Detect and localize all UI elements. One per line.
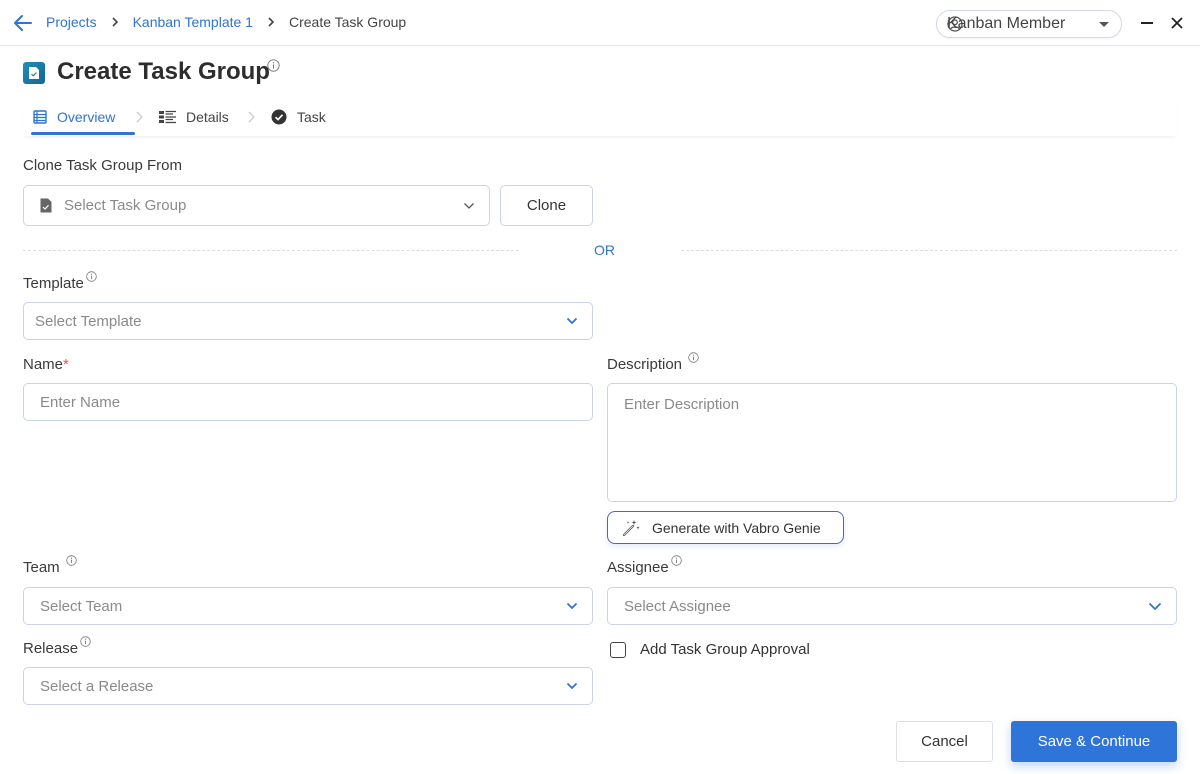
name-label: Name* <box>23 356 69 373</box>
name-input[interactable] <box>23 383 593 421</box>
breadcrumb: Projects Kanban Template 1 Create Task G… <box>46 14 406 30</box>
or-divider-text: OR <box>594 242 615 258</box>
tab-overview-label: Overview <box>57 109 116 125</box>
template-select[interactable]: Select Template <box>23 302 593 340</box>
tab-details-label: Details <box>186 109 229 125</box>
required-asterisk: * <box>63 356 69 373</box>
divider-right <box>681 250 1177 251</box>
release-select-placeholder: Select a Release <box>40 677 154 695</box>
check-circle-icon <box>271 109 287 125</box>
team-label-text: Team <box>23 559 60 576</box>
breadcrumb-projects[interactable]: Projects <box>46 14 97 30</box>
divider-left <box>23 250 519 251</box>
page-title: Create Task Group <box>57 58 270 85</box>
clone-select-placeholder: Select Task Group <box>64 197 187 214</box>
chevron-right-icon <box>111 16 119 28</box>
clone-task-group-select[interactable]: Select Task Group <box>23 185 490 226</box>
clone-label: Clone Task Group From <box>23 157 182 174</box>
chevron-right-icon <box>248 111 255 123</box>
close-icon[interactable] <box>1168 14 1186 32</box>
description-label: Description <box>607 352 699 373</box>
chevron-down-icon <box>566 682 578 690</box>
details-icon <box>159 110 176 124</box>
breadcrumb-current: Create Task Group <box>288 14 407 30</box>
approval-checkbox-label[interactable]: Add Task Group Approval <box>640 641 810 658</box>
top-bar: Projects Kanban Template 1 Create Task G… <box>0 0 1200 46</box>
release-label-text: Release <box>23 640 79 657</box>
list-icon <box>33 110 47 124</box>
clone-button[interactable]: Clone <box>500 185 593 226</box>
info-icon[interactable] <box>86 271 97 282</box>
cancel-button[interactable]: Cancel <box>896 721 993 762</box>
release-select[interactable]: Select a Release <box>23 667 593 705</box>
save-continue-button[interactable]: Save & Continue <box>1011 721 1177 762</box>
info-icon[interactable] <box>80 636 91 647</box>
role-selector[interactable]: Kanban Member <box>936 10 1122 38</box>
document-check-icon <box>40 198 52 213</box>
assignee-label-text: Assignee <box>607 559 669 576</box>
tab-task[interactable]: Task <box>271 100 326 134</box>
description-textarea[interactable] <box>607 383 1177 502</box>
assignee-select[interactable]: Select Assignee <box>607 587 1177 625</box>
team-select-placeholder: Select Team <box>40 597 123 615</box>
release-label: Release <box>23 636 91 657</box>
generate-genie-label: Generate with Vabro Genie <box>652 519 821 536</box>
caret-down-icon <box>1099 22 1109 27</box>
name-label-text: Name <box>23 356 64 373</box>
step-tabs: Overview Details Task <box>23 100 1176 136</box>
tab-details[interactable]: Details <box>159 100 229 134</box>
description-label-text: Description <box>607 356 683 373</box>
chevron-down-icon <box>464 202 474 209</box>
magic-wand-icon <box>622 519 640 536</box>
chevron-down-icon <box>1148 602 1162 611</box>
team-select[interactable]: Select Team <box>23 587 593 625</box>
task-group-icon <box>23 62 45 84</box>
chevron-down-icon <box>566 602 578 610</box>
template-label-text: Template <box>23 275 84 292</box>
role-selector-label: Kanban Member <box>947 15 1066 32</box>
team-label: Team <box>23 555 77 576</box>
chevron-right-icon <box>267 16 275 28</box>
info-icon[interactable] <box>267 59 280 72</box>
generate-genie-button[interactable]: Generate with Vabro Genie <box>607 511 844 544</box>
info-icon[interactable] <box>688 352 699 363</box>
chevron-right-icon <box>136 111 143 123</box>
minimize-icon[interactable] <box>1138 14 1156 32</box>
assignee-select-placeholder: Select Assignee <box>624 597 731 615</box>
approval-checkbox[interactable] <box>610 642 626 658</box>
tab-task-label: Task <box>297 109 326 125</box>
template-label: Template <box>23 271 97 292</box>
breadcrumb-kanban-template[interactable]: Kanban Template 1 <box>133 14 253 30</box>
chevron-down-icon <box>566 317 578 325</box>
info-icon[interactable] <box>671 555 682 566</box>
template-select-placeholder: Select Template <box>35 312 142 330</box>
info-icon[interactable] <box>66 555 77 566</box>
back-arrow-icon[interactable] <box>12 12 34 34</box>
tab-overview[interactable]: Overview <box>30 100 136 135</box>
assignee-label: Assignee <box>607 555 682 576</box>
